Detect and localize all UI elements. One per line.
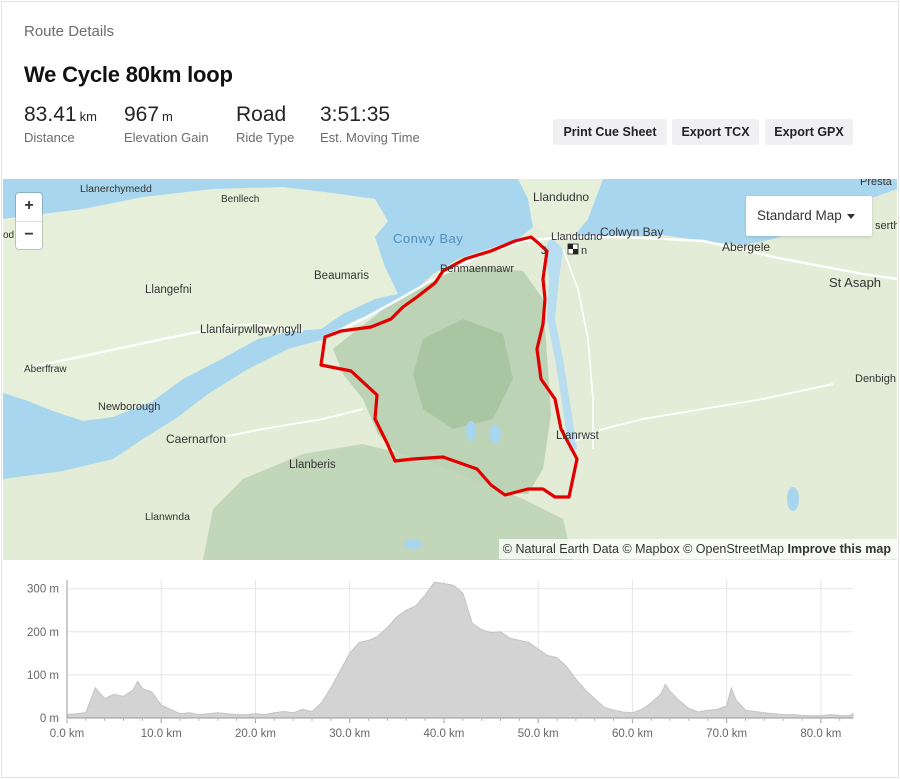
- export-tcx-button[interactable]: Export TCX: [672, 119, 759, 145]
- improve-map-link[interactable]: Improve this map: [788, 542, 892, 556]
- place-llanrwst: Llanrwst: [556, 430, 600, 442]
- x-tick-label: 30.0 km: [329, 728, 370, 740]
- zoom-control: + −: [16, 193, 42, 249]
- place-junction-prefix: J: [541, 245, 547, 257]
- ride-type-label: Ride Type: [236, 130, 295, 145]
- x-tick-label: 70.0 km: [706, 728, 747, 740]
- caret-down-icon: [847, 214, 855, 219]
- y-tick-label: 0 m: [40, 713, 59, 725]
- elevation-gain-unit: m: [162, 109, 173, 124]
- place-beaumaris: Beaumaris: [314, 270, 369, 282]
- place-conwy-bay: Conwy Bay: [393, 231, 463, 246]
- lake: [489, 425, 501, 443]
- x-tick-label: 80.0 km: [800, 728, 841, 740]
- zoom-in-button[interactable]: +: [16, 193, 42, 221]
- attribution-text[interactable]: © Natural Earth Data © Mapbox © OpenStre…: [503, 542, 784, 556]
- map-attribution: © Natural Earth Data © Mapbox © OpenStre…: [498, 539, 897, 559]
- stat-ride-type: Road Ride Type: [236, 103, 294, 145]
- x-tick-label: 60.0 km: [612, 728, 653, 740]
- place-aberffraw: Aberffraw: [24, 364, 67, 375]
- place-llanwnda: Llanwnda: [145, 511, 190, 523]
- export-gpx-button[interactable]: Export GPX: [765, 119, 853, 145]
- distance-label: Distance: [24, 130, 75, 145]
- ride-type-value: Road: [236, 103, 287, 126]
- place-caernarfon: Caernarfon: [166, 432, 226, 446]
- place-rhosneigr: od: [3, 230, 14, 241]
- moving-time-label: Est. Moving Time: [320, 130, 420, 145]
- elevation-gain-label: Elevation Gain: [124, 130, 209, 145]
- place-prestatyn: Presta: [860, 179, 893, 188]
- lake: [466, 421, 476, 441]
- x-tick-label: 40.0 km: [423, 728, 464, 740]
- y-tick-label: 300 m: [27, 584, 59, 596]
- stat-moving-time: 3:51:35 Est. Moving Time: [320, 103, 420, 145]
- start-finish-flag-icon: [567, 243, 579, 255]
- lake: [404, 539, 422, 549]
- elevation-profile[interactable]: 0 m 100 m 200 m 300 m 0.0 km 10.0 km 20.0 km 30…: [0, 570, 900, 779]
- x-tick-label: 50.0 km: [518, 728, 559, 740]
- place-llandudno-junction: Llandudno: [551, 231, 602, 243]
- elevation-area: [66, 581, 854, 719]
- place-llanberis: Llanberis: [289, 459, 336, 471]
- y-tick-label: 200 m: [27, 627, 59, 639]
- distance-unit: km: [79, 109, 97, 124]
- place-benllech: Benllech: [221, 194, 259, 205]
- map-canvas[interactable]: Llanerchymedd Benllech Llandudno Presta …: [3, 179, 897, 560]
- route-map[interactable]: Llanerchymedd Benllech Llandudno Presta …: [3, 179, 897, 560]
- lake: [787, 487, 799, 511]
- elevation-chart[interactable]: 0 m 100 m 200 m 300 m 0.0 km 10.0 km 20.0 km 30…: [0, 570, 900, 779]
- map-style-dropdown[interactable]: Standard Map: [746, 196, 872, 236]
- print-cue-sheet-button[interactable]: Print Cue Sheet: [553, 119, 667, 145]
- place-llangefni: Llangefni: [145, 284, 192, 296]
- place-llanfair: Llanfairpwllgwyngyll: [200, 324, 302, 336]
- breadcrumb[interactable]: Route Details: [24, 23, 114, 40]
- x-tick-label: 10.0 km: [141, 728, 182, 740]
- place-colwyn-bay: Colwyn Bay: [600, 225, 663, 239]
- place-junction-suffix: n: [581, 245, 587, 257]
- page-title: We Cycle 80km loop: [24, 62, 233, 87]
- distance-value: 83.41: [24, 103, 77, 126]
- place-denbigh: Denbigh: [855, 373, 896, 385]
- stat-distance: 83.41 km Distance: [24, 103, 97, 145]
- elevation-gain-value: 967: [124, 103, 160, 126]
- place-newborough: Newborough: [98, 401, 160, 413]
- zoom-out-button[interactable]: −: [16, 221, 42, 249]
- place-llandudno: Llandudno: [533, 190, 589, 204]
- place-rhyl: serth: [875, 220, 897, 232]
- map-style-label: Standard Map: [757, 208, 842, 223]
- x-tick-label: 20.0 km: [235, 728, 276, 740]
- place-penmaenmawr: Penmaenmawr: [440, 263, 514, 275]
- moving-time-value: 3:51:35: [320, 103, 391, 126]
- place-abergele: Abergele: [722, 240, 770, 254]
- place-llanerchymedd: Llanerchymedd: [80, 183, 152, 195]
- y-tick-label: 100 m: [27, 670, 59, 682]
- stat-elevation-gain: 967 m Elevation Gain: [124, 103, 209, 145]
- x-tick-label: 0.0 km: [50, 728, 85, 740]
- place-st-asaph: St Asaph: [829, 275, 881, 290]
